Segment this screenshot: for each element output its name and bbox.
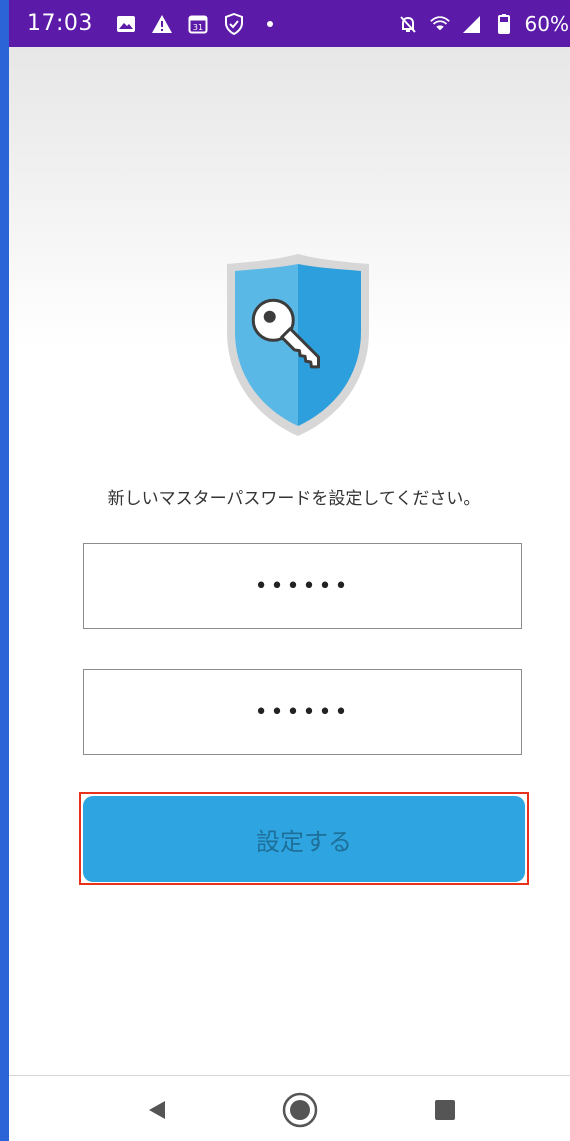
confirm-password-input[interactable] [84, 698, 521, 726]
shield-check-icon [223, 12, 245, 35]
status-bar: 17:03 31 60% [9, 0, 570, 47]
silent-icon [397, 13, 419, 35]
battery-icon [493, 13, 515, 35]
recent-apps-icon[interactable] [427, 1092, 463, 1128]
status-system-icons: 60% [397, 0, 569, 47]
home-icon[interactable] [282, 1092, 318, 1128]
signal-icon [461, 13, 483, 35]
status-time: 17:03 [27, 11, 93, 36]
warning-icon [151, 13, 173, 35]
status-notification-icons: 31 [115, 12, 281, 35]
main-content: 新しいマスターパスワードを設定してください。 設定する [9, 47, 570, 1075]
screen: 17:03 31 60% 新しいマスターパスワードを設定してください。 ••••… [0, 0, 570, 1141]
set-password-button[interactable]: 設定する [83, 796, 525, 882]
wifi-icon [429, 13, 451, 35]
image-icon [115, 13, 137, 35]
svg-text:31: 31 [193, 23, 203, 32]
shield-key-icon [227, 254, 369, 436]
password-field[interactable] [83, 543, 522, 629]
confirm-password-field[interactable] [83, 669, 522, 755]
navigation-bar [9, 1075, 570, 1141]
password-input[interactable] [84, 572, 521, 600]
dot-icon [259, 13, 281, 35]
calendar-icon: 31 [187, 13, 209, 35]
instruction-text: 新しいマスターパスワードを設定してください。 [107, 489, 481, 509]
back-icon[interactable] [139, 1092, 175, 1128]
battery-percent: 60% [524, 11, 569, 36]
